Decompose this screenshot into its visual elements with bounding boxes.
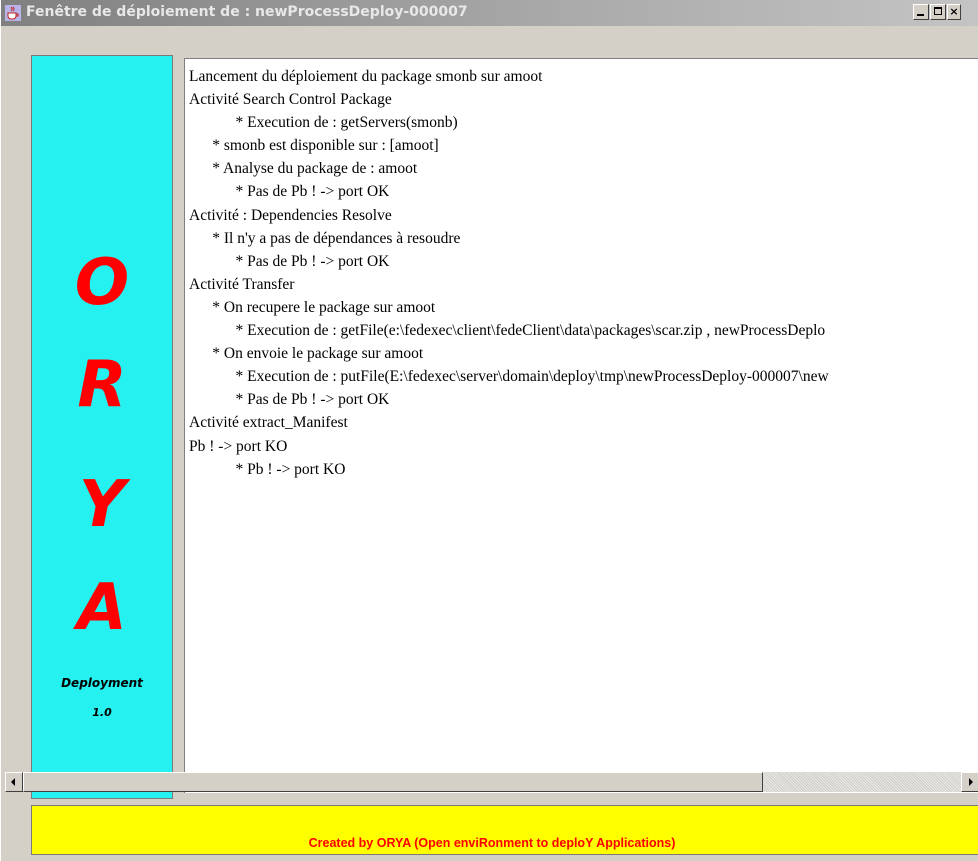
logo-caption: Deployment <box>61 676 143 690</box>
log-line: * Pas de Pb ! -> port OK <box>189 391 390 409</box>
logo-letter-a: A <box>77 571 127 645</box>
log-line: * smonb est disponible sur : [amoot] <box>189 137 439 155</box>
log-line: * On recupere le package sur amoot <box>189 298 436 316</box>
scroll-left-button[interactable] <box>5 772 23 792</box>
arrow-right-icon <box>969 778 973 786</box>
maximize-button[interactable] <box>930 4 946 20</box>
title-bar[interactable]: Fenêtre de déploiement de : newProcessDe… <box>1 0 978 26</box>
scrollbar-thumb[interactable] <box>23 772 763 792</box>
log-line: Activité : Dependencies Resolve <box>189 206 392 224</box>
orya-logo-panel: O R Y A Deployment 1.0 <box>31 55 173 799</box>
footer-credits: Created by ORYA (Open enviRonment to dep… <box>308 836 676 850</box>
logo-letter-r: R <box>77 348 127 422</box>
log-line: Activité extract_Manifest <box>189 414 348 432</box>
log-line: * Analyse du package de : amoot <box>189 160 418 178</box>
deployment-window: Fenêtre de déploiement de : newProcessDe… <box>0 0 978 861</box>
java-cup-icon <box>5 5 21 21</box>
logo-letter-y: Y <box>78 468 126 542</box>
log-line: * On envoie le package sur amoot <box>189 345 424 363</box>
log-line: * Il n'y a pas de dépendances à resoudre <box>189 229 461 247</box>
close-button[interactable]: × <box>947 4 961 20</box>
window-controls: × <box>913 4 962 22</box>
scroll-right-button[interactable] <box>961 772 978 792</box>
logo-version: 1.0 <box>92 706 112 719</box>
log-line: Pb ! -> port KO <box>189 437 288 455</box>
log-scroll-pane[interactable]: Lancement du déploiement du package smon… <box>184 58 978 793</box>
log-line: * Execution de : getServers(smonb) <box>189 114 458 132</box>
log-line: * Execution de : getFile(e:\fedexec\clie… <box>189 322 826 340</box>
minimize-button[interactable] <box>913 4 929 20</box>
arrow-left-icon <box>11 778 15 786</box>
horizontal-scrollbar[interactable] <box>5 772 978 792</box>
log-line: * Pas de Pb ! -> port OK <box>189 183 390 201</box>
log-line: * Pb ! -> port KO <box>189 460 346 478</box>
logo-letter-o: O <box>74 246 130 320</box>
window-title: Fenêtre de déploiement de : newProcessDe… <box>26 4 468 20</box>
log-line: Activité Transfer <box>189 275 295 293</box>
log-line: Lancement du déploiement du package smon… <box>189 68 543 85</box>
footer-banner: Created by ORYA (Open enviRonment to dep… <box>31 805 978 855</box>
log-line: * Pas de Pb ! -> port OK <box>189 252 390 270</box>
log-line: Activité Search Control Package <box>189 91 392 109</box>
log-text-area[interactable]: Lancement du déploiement du package smon… <box>189 65 978 768</box>
log-line: * Execution de : putFile(E:\fedexec\serv… <box>189 368 829 386</box>
